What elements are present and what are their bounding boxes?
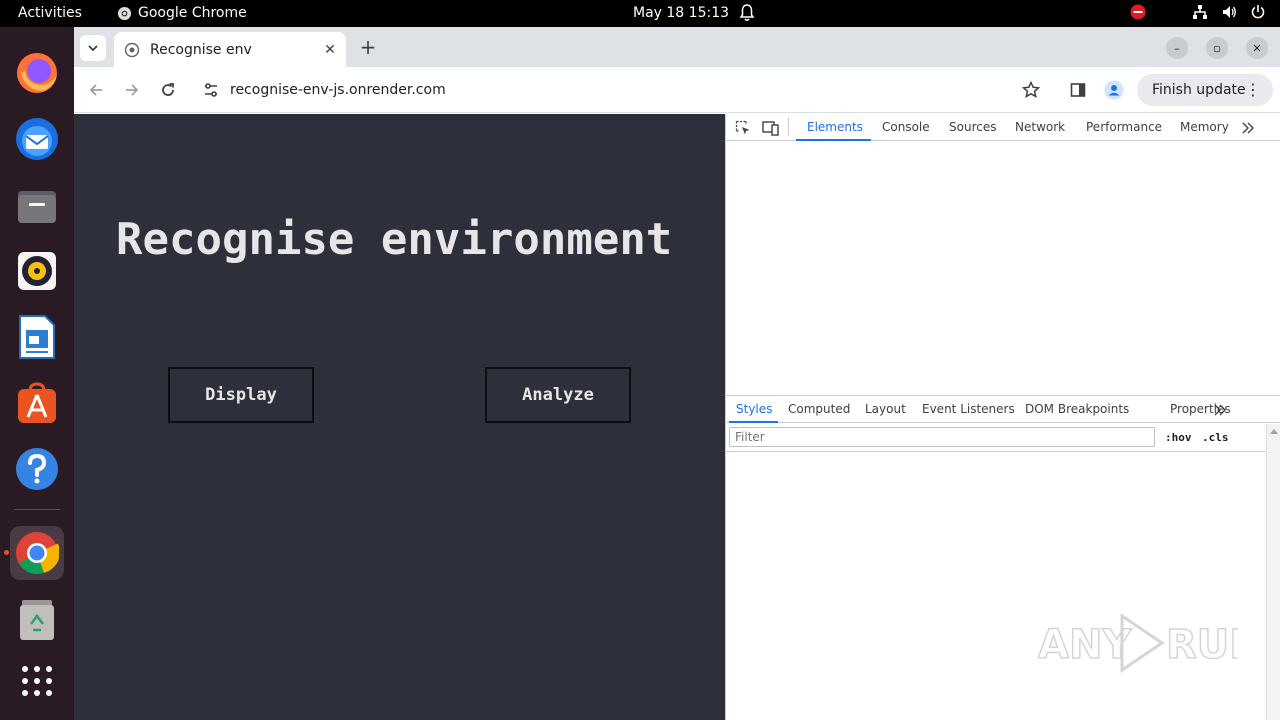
side-panel-button[interactable] [1067,79,1089,101]
libreoffice-writer-icon [19,315,55,359]
tab-console[interactable]: Console [882,120,930,134]
app-grid-icon [22,666,52,696]
files-icon [18,191,56,223]
do-not-disturb-icon [1130,4,1146,20]
tab-elements[interactable]: Elements [807,120,863,134]
hover-state-toggle[interactable]: :hov [1165,431,1192,444]
tab-title: Recognise env [150,41,252,58]
browser-toolbar: recognise-env-js.onrender.com Finish upd… [74,67,1280,113]
help-icon [16,448,58,490]
side-panel-icon [1070,83,1086,97]
writer-launcher[interactable] [10,310,64,364]
page-heading: Recognise environment [116,214,673,265]
network-icon [1193,5,1207,19]
close-window-button[interactable]: ✕ [1246,37,1268,59]
styles-scrollbar[interactable] [1266,424,1280,720]
chevron-down-icon [88,45,98,52]
more-menu-icon: ⋮ [1245,80,1261,99]
notification-bell-icon [739,4,755,21]
app-center-icon [18,382,56,423]
tab-styles[interactable]: Styles [736,402,772,416]
reload-icon [162,83,174,96]
arrow-left-icon [89,84,102,96]
trash-icon [20,600,54,640]
tab-dom-breakpoints[interactable]: DOM Breakpoints [1025,402,1129,416]
trash-launcher[interactable] [10,592,64,646]
firefox-icon [17,53,57,93]
new-tab-button[interactable]: + [356,35,380,59]
styles-filter-input[interactable] [729,427,1155,447]
active-subtab-underline [729,421,778,423]
analyze-button[interactable]: Analyze [485,367,631,423]
thunderbird-icon [16,118,58,160]
firefox-launcher[interactable] [10,46,64,100]
globe-favicon-icon [124,42,140,57]
thunderbird-launcher[interactable] [10,112,64,166]
active-tab-underline [796,139,871,141]
tab-event-listeners[interactable]: Event Listeners [922,402,1015,416]
chrome-launcher[interactable] [10,526,64,580]
class-toggle[interactable]: .cls [1202,431,1229,444]
system-top-bar: Activities Google Chrome May 18 15:13 [0,0,1280,27]
dock [0,27,74,720]
address-bar[interactable]: recognise-env-js.onrender.com [192,73,1052,107]
display-button[interactable]: Display [168,367,314,423]
minimize-button[interactable]: – [1166,37,1188,59]
finish-update-button[interactable]: Finish update ⋮ [1137,74,1273,106]
scroll-up-icon [1270,429,1278,434]
files-launcher[interactable] [10,178,64,232]
app-name: Google Chrome [138,5,247,21]
tab-network[interactable]: Network [1015,120,1065,134]
chrome-small-icon [117,6,132,20]
show-apps-button[interactable] [10,654,64,708]
forward-button[interactable] [120,78,144,102]
power-icon [1251,5,1265,19]
elements-dom-tree[interactable] [726,142,1280,395]
svg-text:RUN: RUN [1166,622,1238,668]
inspect-element-icon[interactable] [735,120,751,136]
back-button[interactable] [84,78,108,102]
system-tray[interactable] [1130,4,1266,20]
more-subtabs-chevron-icon[interactable] [1213,403,1227,417]
app-menu[interactable]: Google Chrome [117,5,247,21]
tab-strip: Recognise env ✕ + – ▫ ✕ [74,27,1280,67]
watermark-logo: ANY RUN [1038,613,1238,673]
url-text: recognise-env-js.onrender.com [230,82,446,98]
reload-button[interactable] [156,78,180,102]
rhythmbox-icon [18,252,56,290]
tab-close-icon[interactable]: ✕ [320,40,340,60]
tab-layout[interactable]: Layout [865,402,906,416]
device-toolbar-icon[interactable] [762,120,780,136]
arrow-right-icon [126,84,139,96]
devtools-main-tabs: Elements Console Sources Network Perform… [726,114,1280,141]
tab-search-button[interactable] [80,35,106,61]
running-indicator [4,550,9,555]
tab-performance[interactable]: Performance [1086,120,1162,134]
tab-memory[interactable]: Memory [1180,120,1229,134]
activities-button[interactable]: Activities [18,5,82,21]
app-center-launcher[interactable] [10,376,64,430]
tab-computed[interactable]: Computed [788,402,850,416]
rhythmbox-launcher[interactable] [10,244,64,298]
maximize-button[interactable]: ▫ [1206,37,1228,59]
profile-avatar-icon [1104,80,1124,100]
bookmark-star-icon[interactable] [1022,81,1040,99]
styles-filter-row: :hov .cls [726,424,1266,452]
site-info-icon[interactable] [202,81,220,99]
browser-tab[interactable]: Recognise env ✕ [114,32,346,67]
clock[interactable]: May 18 15:13 [633,5,729,21]
google-chrome-icon [16,532,59,575]
tab-sources[interactable]: Sources [949,120,996,134]
volume-icon [1223,6,1236,18]
svg-text:ANY: ANY [1038,622,1132,668]
page-viewport: Recognise environment Display Analyze [74,114,725,720]
more-tabs-chevron-icon[interactable] [1241,121,1255,135]
devtools-sub-tabs: Styles Computed Layout Event Listeners D… [726,395,1280,423]
finish-update-label: Finish update [1152,82,1246,98]
help-launcher[interactable] [10,442,64,496]
profile-button[interactable] [1103,79,1125,101]
